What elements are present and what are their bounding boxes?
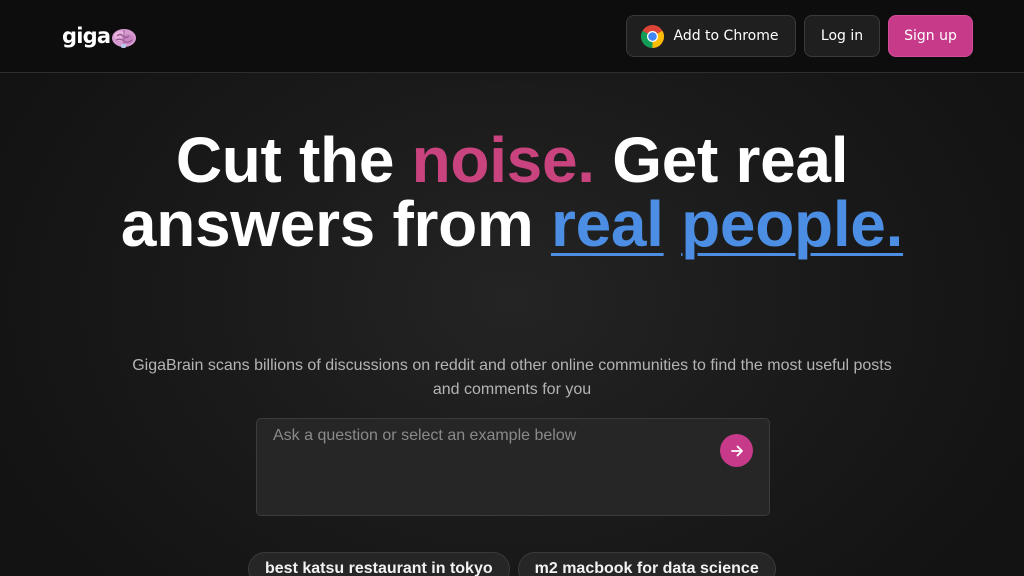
- example-chip[interactable]: m2 macbook for data science: [517, 552, 776, 576]
- hero-part-1: Cut the: [175, 124, 412, 196]
- login-button[interactable]: Log in: [804, 15, 880, 57]
- top-navbar: giga Add to Chrome Log in Sign up: [0, 0, 1024, 73]
- signup-label: Sign up: [904, 28, 957, 44]
- hero-highlight-noise: noise.: [411, 124, 595, 196]
- brain-icon: [112, 28, 137, 48]
- example-chip[interactable]: best katsu restaurant in tokyo: [248, 552, 510, 576]
- logo-text: giga: [62, 24, 111, 48]
- arrow-right-icon: [730, 445, 743, 456]
- question-input[interactable]: [257, 419, 707, 515]
- hero-highlight-real: real: [550, 188, 664, 260]
- example-chips: best katsu restaurant in tokyo m2 macboo…: [248, 552, 776, 576]
- add-to-chrome-button[interactable]: Add to Chrome: [626, 15, 796, 57]
- giga-logo[interactable]: giga: [62, 20, 137, 52]
- hero-subtitle: GigaBrain scans billions of discussions …: [132, 357, 892, 398]
- chrome-icon: [640, 24, 664, 48]
- search-box: [256, 418, 770, 516]
- login-label: Log in: [820, 28, 864, 44]
- submit-button[interactable]: [720, 434, 753, 467]
- add-to-chrome-label: Add to Chrome: [673, 28, 779, 44]
- hero-headline: Cut the noise. Get real answers from rea…: [112, 128, 912, 256]
- hero-highlight-people: people.: [681, 188, 904, 260]
- signup-button[interactable]: Sign up: [888, 15, 973, 57]
